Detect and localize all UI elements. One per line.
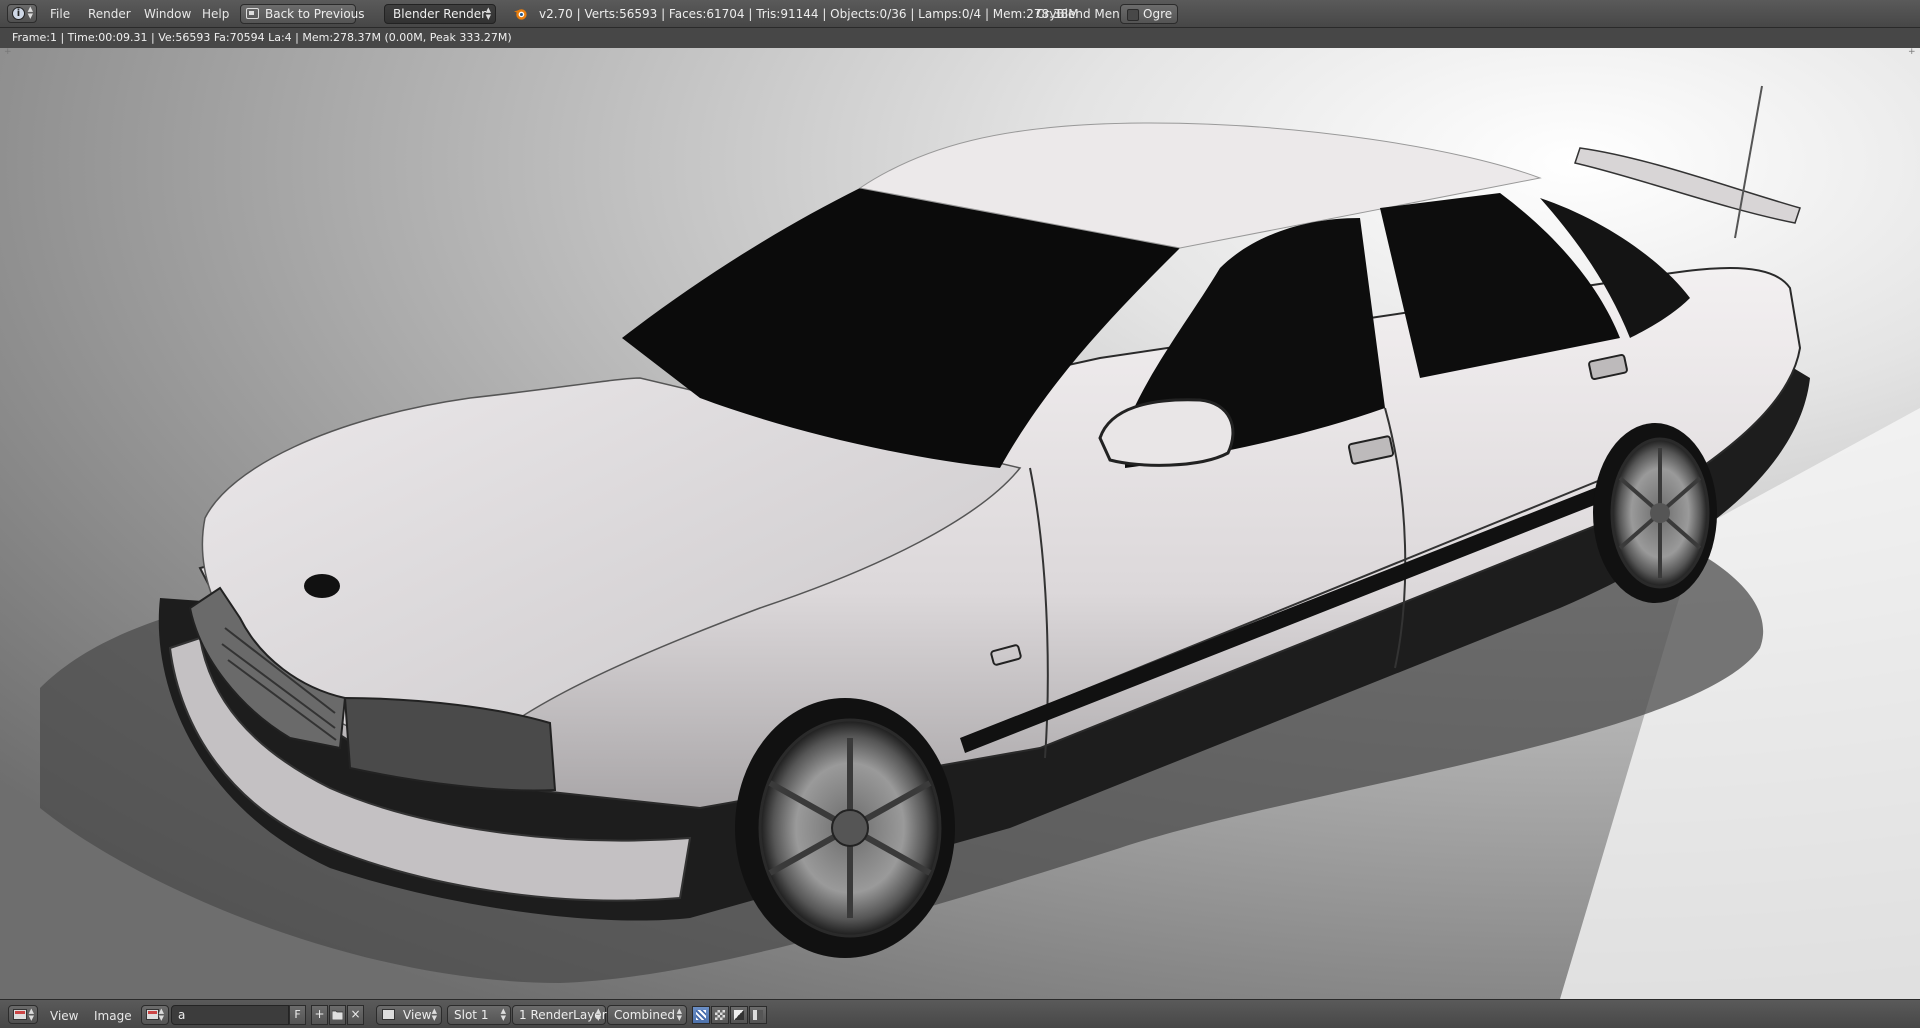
open-image-button[interactable] xyxy=(329,1005,346,1025)
cryblend-menu[interactable]: CryBlend Menu xyxy=(1036,7,1127,21)
rendered-car-image xyxy=(0,48,1920,999)
render-engine-label: Blender Render xyxy=(393,7,487,21)
slot-select-label: Slot 1 xyxy=(454,1008,489,1022)
menu-render[interactable]: Render xyxy=(88,7,131,21)
unlink-image-button[interactable]: × xyxy=(347,1005,364,1025)
back-to-previous-button[interactable]: Back to Previous xyxy=(240,4,365,24)
channels-button[interactable] xyxy=(749,1006,767,1024)
chevron-updown-icon: ▲ ▼ xyxy=(28,1007,34,1022)
image-name-field[interactable]: a xyxy=(171,1005,289,1025)
blender-logo-icon xyxy=(513,9,527,20)
menu-image[interactable]: Image xyxy=(94,1009,132,1023)
ogre-checkbox[interactable] xyxy=(1127,9,1139,21)
image-viewport[interactable]: + + xyxy=(0,48,1920,999)
chevron-updown-icon: ▲ ▼ xyxy=(595,1007,601,1022)
scene-statistics: v2.70 | Verts:56593 | Faces:61704 | Tris… xyxy=(539,7,1079,21)
editor-type-selector[interactable]: ▲ ▼ xyxy=(8,1005,38,1024)
view-select[interactable]: View ▲ ▼ xyxy=(376,1005,442,1025)
menu-window[interactable]: Window xyxy=(144,7,191,21)
image-editor-header: ▲ ▼ View Image ▲ ▼ a F + × View ▲ ▼ Slot 1 … xyxy=(0,999,1920,1028)
area-corner-icon[interactable]: + xyxy=(4,48,12,57)
image-browse-button[interactable]: ▲ ▼ xyxy=(141,1005,169,1025)
image-browse-icon xyxy=(146,1009,159,1020)
menu-view[interactable]: View xyxy=(50,1009,78,1023)
chevron-updown-icon: ▲ ▼ xyxy=(676,1007,682,1022)
new-image-button[interactable]: + xyxy=(311,1005,328,1025)
chevron-updown-icon: ▲ ▼ xyxy=(158,1007,164,1022)
chevron-updown-icon: ▲ ▼ xyxy=(500,1007,506,1022)
z-buffer-icon xyxy=(734,1010,744,1020)
draw-icon xyxy=(696,1010,706,1020)
info-header: i ▲ ▼ File Render Window Help Back to Pre… xyxy=(0,0,1920,28)
render-info-line: Frame:1 | Time:00:09.31 | Ve:56593 Fa:70… xyxy=(0,28,1920,48)
slot-select[interactable]: Slot 1 ▲ ▼ xyxy=(447,1005,511,1025)
back-to-previous-label: Back to Previous xyxy=(265,7,365,21)
render-pass-label: Combined xyxy=(614,1008,675,1022)
render-layer-select[interactable]: 1 RenderLayer ▲ ▼ xyxy=(512,1005,607,1025)
render-layer-label: 1 RenderLayer xyxy=(519,1008,607,1022)
render-engine-select[interactable]: Blender Render ▲ ▼ xyxy=(384,4,496,24)
view-select-label: View xyxy=(403,1008,432,1022)
info-icon: i xyxy=(12,7,25,20)
chevron-updown-icon: ▲ ▼ xyxy=(27,5,33,20)
menu-help[interactable]: Help xyxy=(202,7,229,21)
folder-icon xyxy=(331,1010,344,1021)
alpha-icon xyxy=(715,1010,725,1020)
z-buffer-button[interactable] xyxy=(730,1006,748,1024)
back-to-previous-icon xyxy=(246,8,259,19)
chevron-updown-icon: ▲ ▼ xyxy=(431,1007,437,1022)
editor-type-selector[interactable]: i ▲ ▼ xyxy=(7,4,37,23)
menu-file[interactable]: File xyxy=(50,7,70,21)
image-editor-icon xyxy=(13,1009,27,1020)
image-editor-icon xyxy=(382,1009,395,1020)
ogre-label: Ogre xyxy=(1143,7,1173,21)
draw-mode-button[interactable] xyxy=(692,1006,710,1024)
fake-user-button[interactable]: F xyxy=(289,1005,306,1025)
ogre-toggle[interactable]: Ogre xyxy=(1120,4,1178,24)
alpha-mode-button[interactable] xyxy=(711,1006,729,1024)
area-corner-icon[interactable]: + xyxy=(1908,48,1916,57)
chevron-updown-icon: ▲ ▼ xyxy=(485,6,491,21)
render-pass-select[interactable]: Combined ▲ ▼ xyxy=(607,1005,687,1025)
channels-icon xyxy=(753,1010,763,1020)
